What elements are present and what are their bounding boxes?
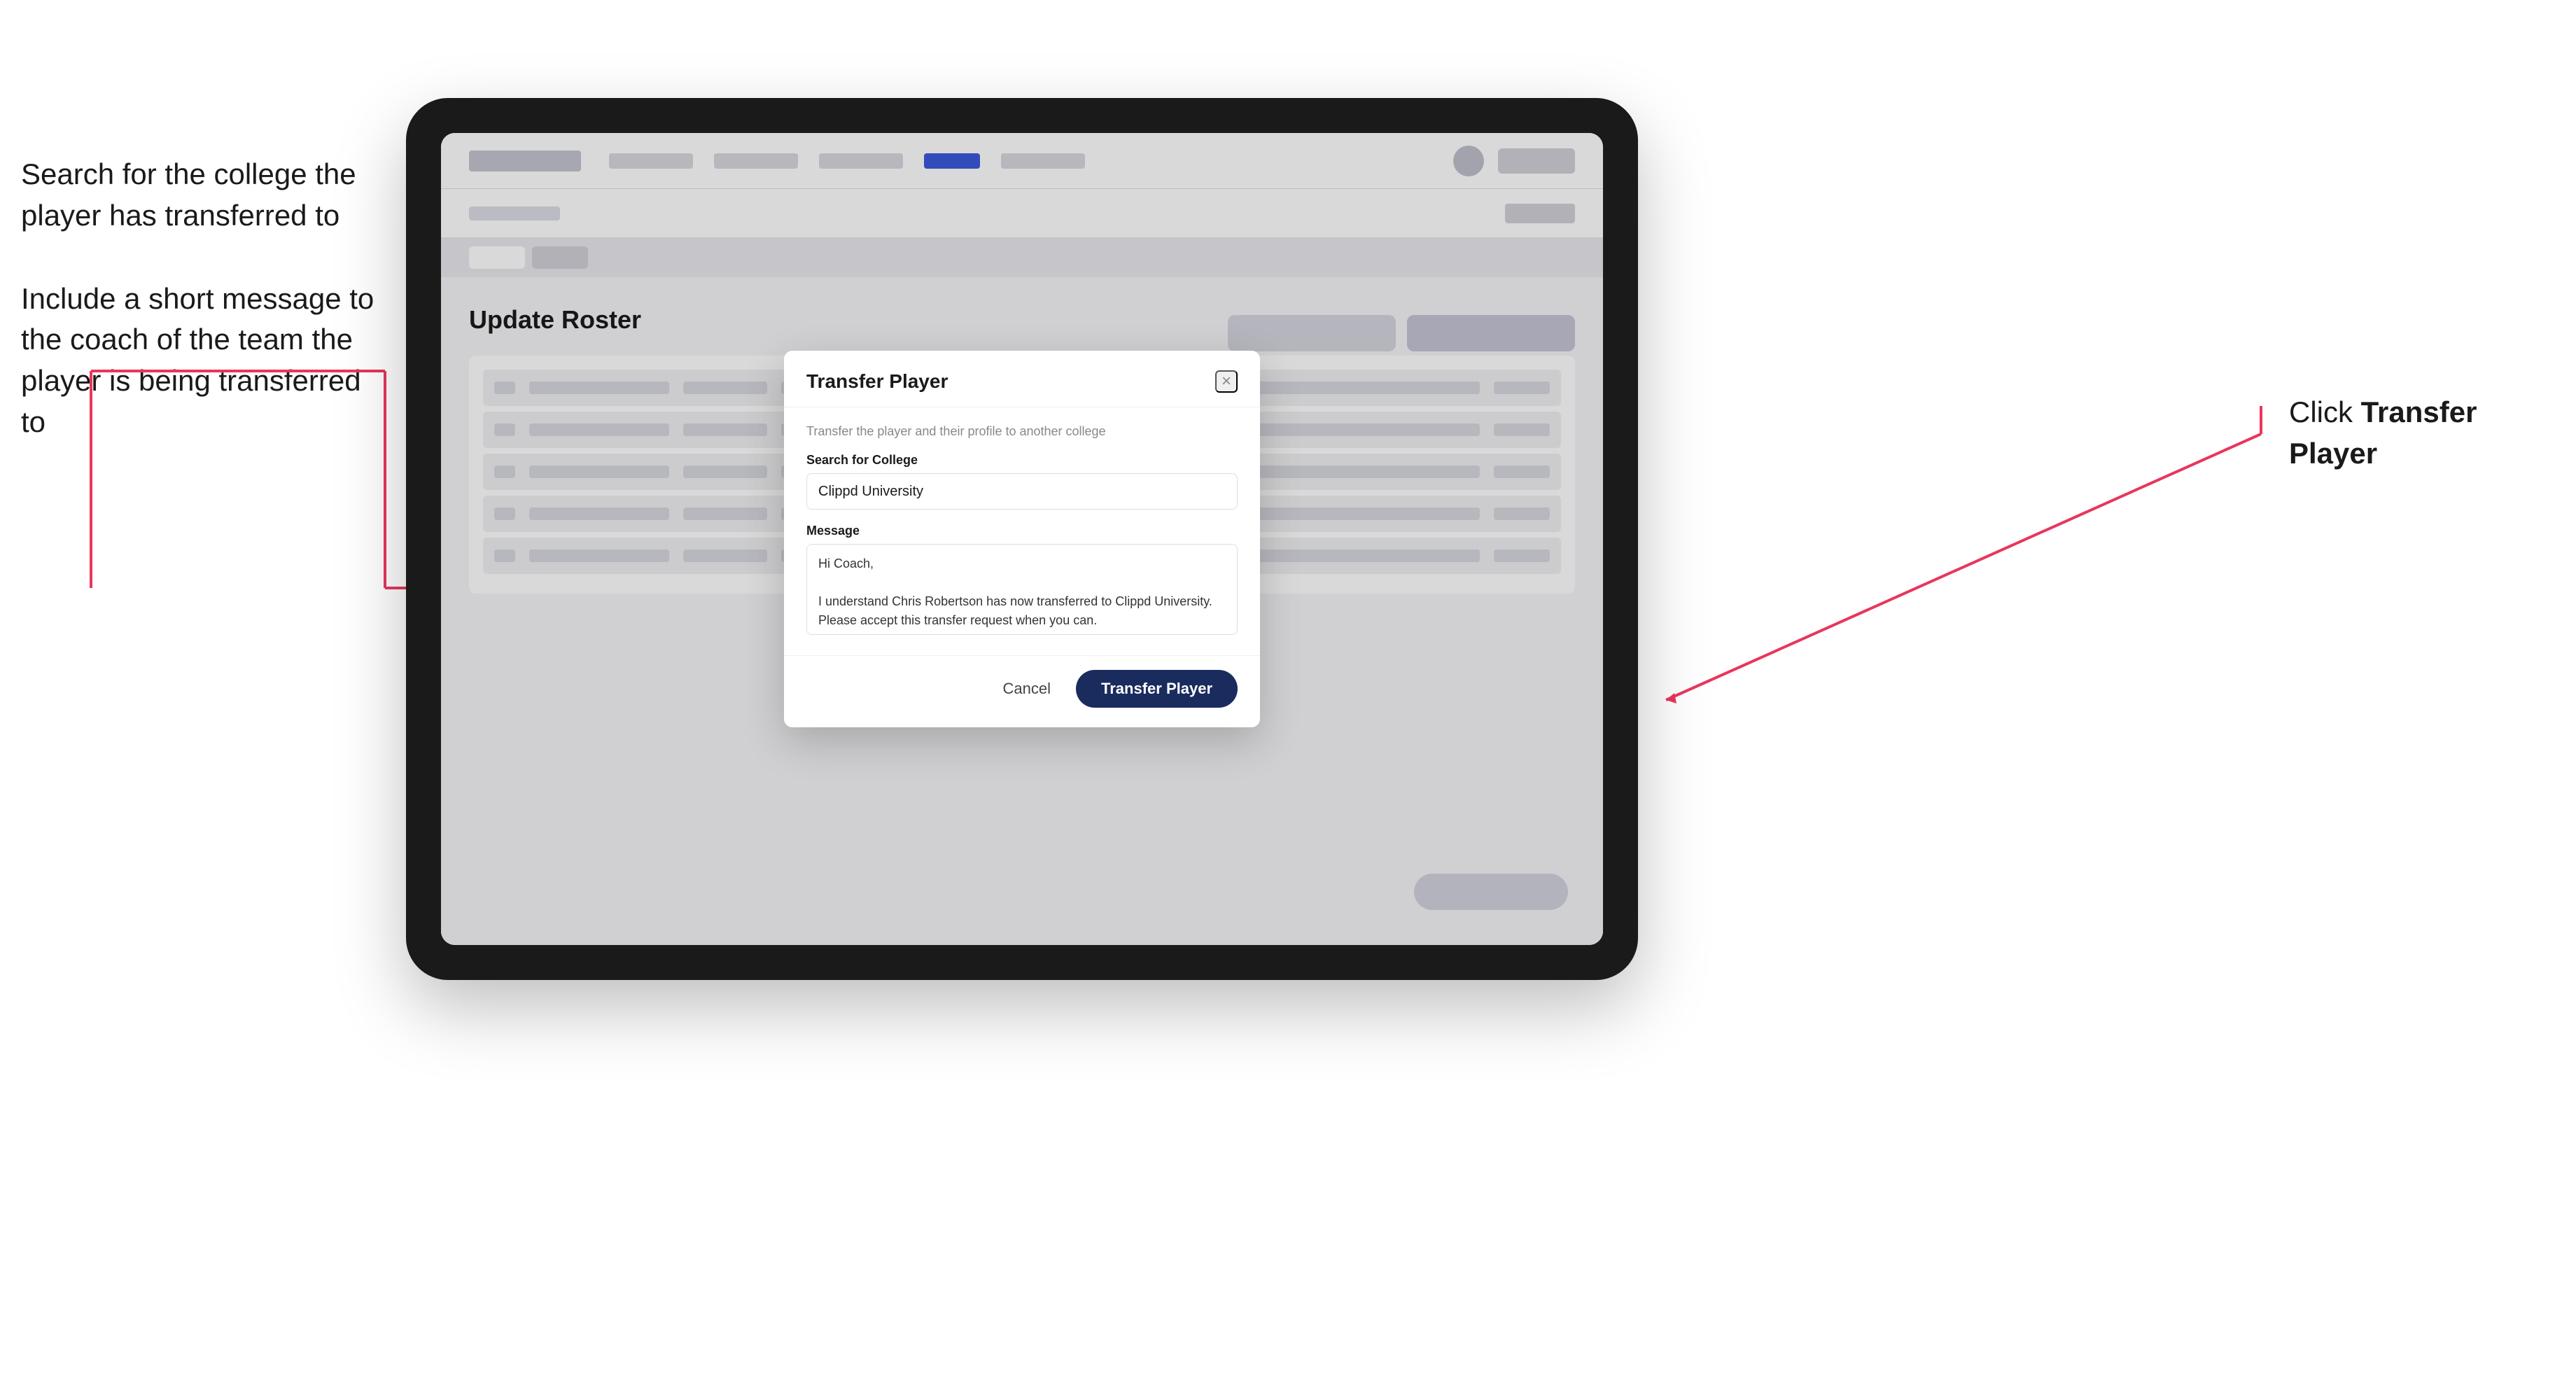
annotation-left: Search for the college the player has tr… — [21, 154, 385, 485]
transfer-player-button[interactable]: Transfer Player — [1076, 670, 1238, 708]
search-college-input[interactable] — [806, 473, 1238, 510]
modal-header: Transfer Player × — [784, 351, 1260, 407]
modal-body: Transfer the player and their profile to… — [784, 407, 1260, 655]
cancel-button[interactable]: Cancel — [989, 673, 1065, 705]
modal-description: Transfer the player and their profile to… — [806, 424, 1238, 439]
annotation-text-1: Search for the college the player has tr… — [21, 154, 385, 237]
annotation-right: Click Transfer Player — [2289, 392, 2555, 475]
modal-overlay: Transfer Player × Transfer the player an… — [441, 133, 1603, 945]
tablet-frame: Update Roster — [406, 98, 1638, 980]
message-textarea[interactable]: Hi Coach, I understand Chris Robertson h… — [806, 544, 1238, 635]
modal-close-button[interactable]: × — [1215, 370, 1238, 393]
modal-footer: Cancel Transfer Player — [784, 655, 1260, 727]
annotation-text-2: Include a short message to the coach of … — [21, 279, 385, 443]
annotation-text-right: Click Transfer Player — [2289, 392, 2555, 475]
message-label: Message — [806, 524, 1238, 538]
search-college-label: Search for College — [806, 453, 1238, 468]
transfer-player-modal: Transfer Player × Transfer the player an… — [784, 351, 1260, 727]
modal-title: Transfer Player — [806, 370, 948, 393]
tablet-screen: Update Roster — [441, 133, 1603, 945]
